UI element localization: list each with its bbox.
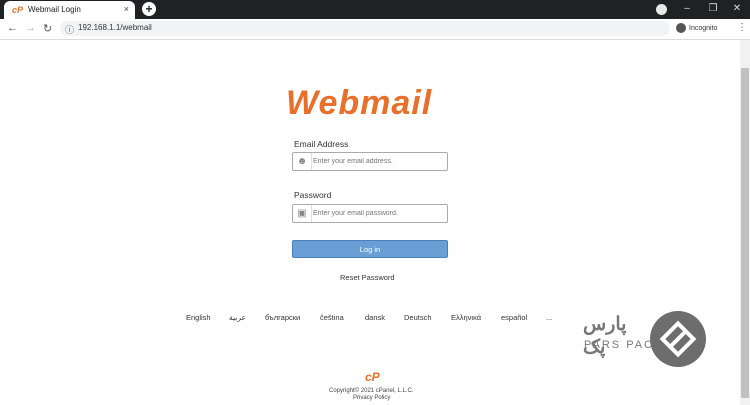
language-link[interactable]: español [501,313,527,322]
password-input[interactable] [313,207,443,220]
webmail-logo: Webmail [286,84,433,122]
parspack-logo-icon [650,311,706,367]
incognito-indicator[interactable]: Incognito [676,22,726,36]
copyright-text: Copyright© 2021 cPanel, L.L.C. [329,388,414,394]
incognito-icon [676,23,686,34]
lock-icon: ▣ [293,205,312,222]
language-link[interactable]: dansk [365,313,385,322]
language-link[interactable]: English [186,313,211,322]
address-bar[interactable]: ⓘ 192.168.1.1/webmail [60,21,670,36]
reset-password-link[interactable]: Reset Password [340,273,395,282]
watermark-persian-text: پارس پک [583,314,627,358]
cpanel-favicon-icon: cP [12,5,24,15]
cpanel-logo: cP [365,370,380,384]
language-link[interactable]: عربية [229,313,246,322]
profile-icon[interactable] [656,4,667,15]
tab-title: Webmail Login [28,5,81,14]
url-text[interactable]: 192.168.1.1/webmail [78,23,152,32]
tab-close-icon[interactable]: × [124,4,129,14]
browser-tab[interactable]: cP Webmail Login × [4,1,135,19]
login-button[interactable]: Log in [292,240,448,258]
password-label: Password [294,190,332,200]
language-link[interactable]: български [265,313,300,322]
incognito-label: Incognito [689,25,718,32]
language-link[interactable]: Deutsch [404,313,432,322]
email-field[interactable]: ☻ [292,152,448,171]
browser-titlebar: cP Webmail Login × + – ❐ ✕ [0,0,750,19]
user-icon: ☻ [293,153,312,170]
browser-menu-icon[interactable]: ⋮ [737,22,747,33]
new-tab-button[interactable]: + [142,2,156,16]
browser-toolbar: ← → ↻ ⓘ 192.168.1.1/webmail Incognito ⋮ [0,19,750,40]
more-languages-link[interactable]: ... [546,313,552,322]
email-input[interactable] [313,155,443,168]
privacy-policy-link[interactable]: Privacy Policy [353,395,390,401]
language-link[interactable]: čeština [320,313,344,322]
reload-icon[interactable]: ↻ [43,22,52,35]
email-label: Email Address [294,139,349,149]
password-field[interactable]: ▣ [292,204,448,223]
site-info-icon[interactable]: ⓘ [65,23,74,36]
page-scrollbar[interactable] [740,40,750,405]
minimize-button[interactable]: – [674,0,700,19]
scrollbar-thumb[interactable] [741,68,749,398]
back-icon[interactable]: ← [7,22,18,34]
close-window-button[interactable]: ✕ [724,0,750,19]
maximize-button[interactable]: ❐ [700,0,726,19]
language-link[interactable]: Ελληνικά [451,313,481,322]
forward-icon[interactable]: → [25,22,36,34]
